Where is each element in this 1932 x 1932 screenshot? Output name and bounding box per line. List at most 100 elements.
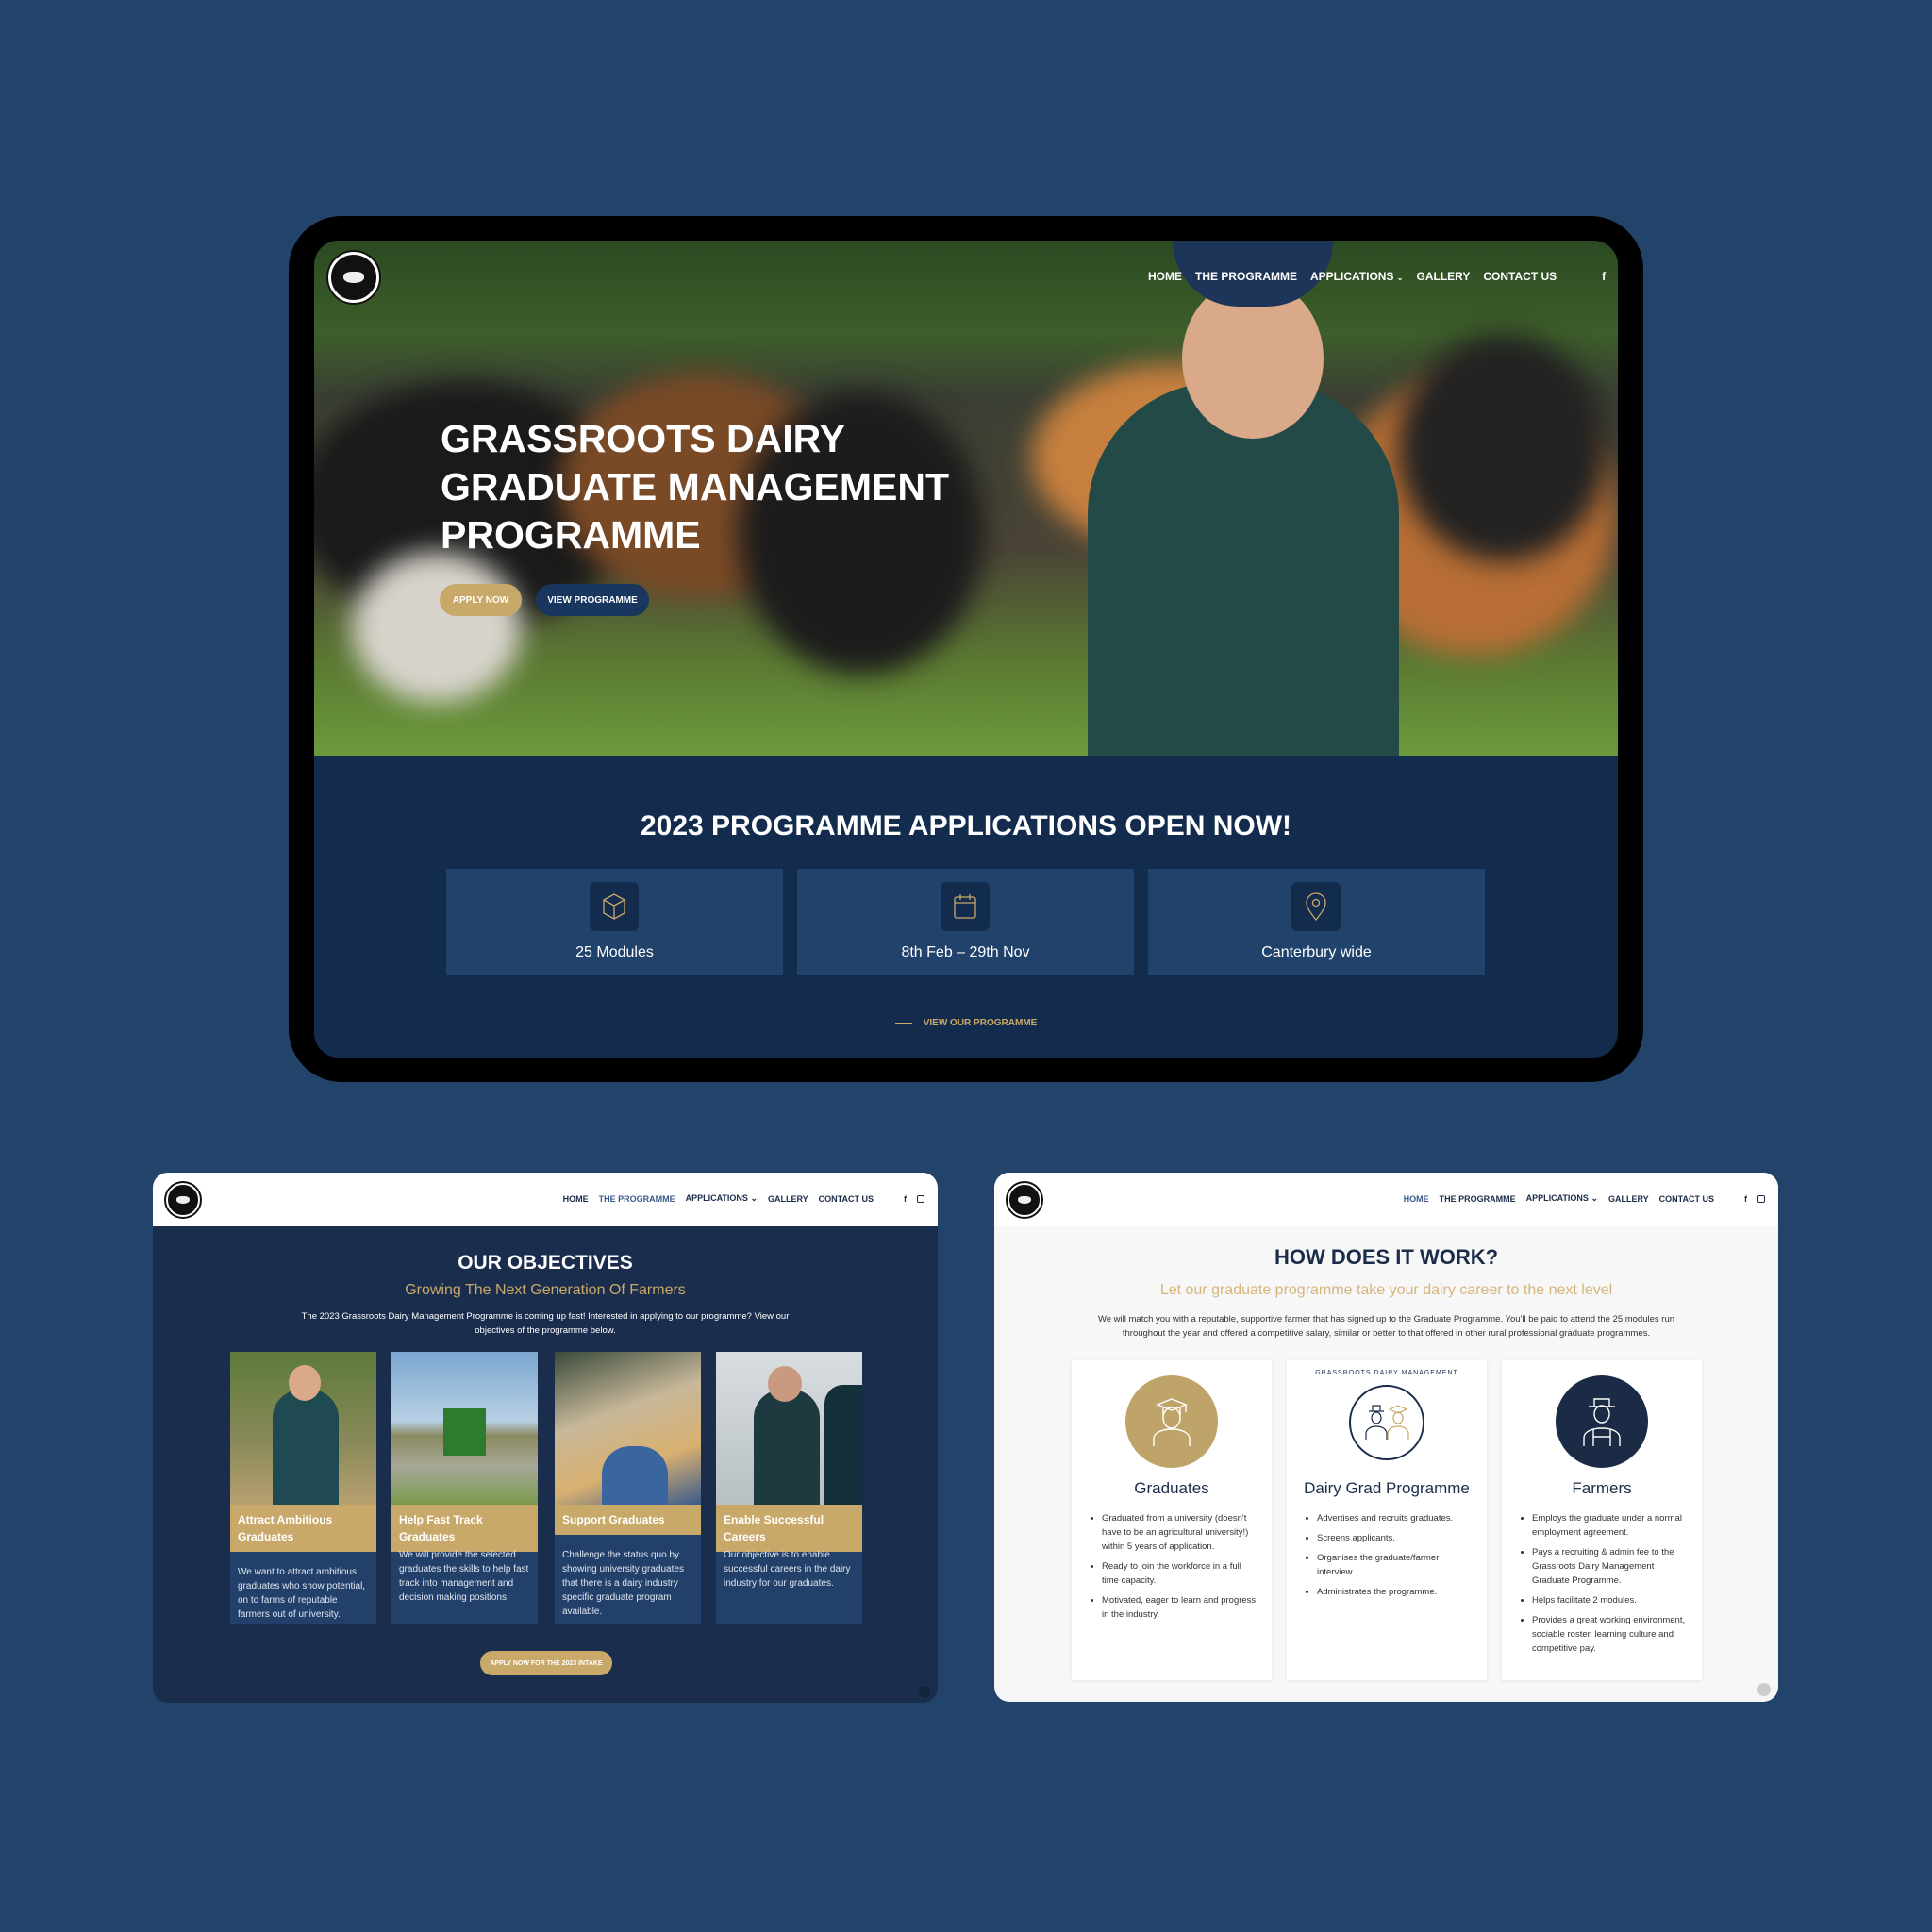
title-line: GRADUATE MANAGEMENT: [441, 465, 950, 508]
card-text: Our objective is to enable successful ca…: [724, 1550, 851, 1589]
header: HOME THE PROGRAMME APPLICATIONS ⌄ GALLER…: [153, 1173, 938, 1226]
facebook-icon[interactable]: f: [904, 1194, 907, 1204]
site-logo[interactable]: [328, 252, 379, 303]
card-title: Graduates: [1134, 1479, 1209, 1497]
nav-applications[interactable]: APPLICATIONS ⌄: [686, 1193, 758, 1204]
applications-heading: 2023 PROGRAMME APPLICATIONS OPEN NOW!: [640, 810, 1292, 841]
milking-shed-photo: [716, 1352, 862, 1505]
header: HOME THE PROGRAMME APPLICATIONS ⌄ GALLER…: [994, 1173, 1778, 1226]
objective-card: Support Graduates Challenge the status q…: [555, 1352, 701, 1624]
page-title: HOW DOES IT WORK?: [1274, 1245, 1499, 1269]
nav-the-programme[interactable]: THE PROGRAMME: [1195, 270, 1297, 283]
nav-label: APPLICATIONS: [685, 1193, 748, 1203]
scroll-top-button[interactable]: [1757, 1683, 1771, 1696]
apply-now-button[interactable]: APPLY NOW: [440, 584, 522, 616]
card-list: Advertises and recruits graduates. Scree…: [1307, 1511, 1475, 1605]
farmers-card: Farmers Employs the graduate under a nor…: [1502, 1360, 1702, 1680]
nav-home[interactable]: HOME: [1148, 270, 1182, 283]
stat-label: 25 Modules: [575, 944, 654, 960]
ring-text: GRASSROOTS DAIRY MANAGEMENT: [1315, 1370, 1458, 1376]
card-title: Attract Ambitious Graduates: [230, 1505, 376, 1552]
list-item: Ready to join the workforce in a full ti…: [1102, 1559, 1260, 1588]
card-title: Farmers: [1572, 1479, 1632, 1497]
nav-label: APPLICATIONS: [1525, 1193, 1589, 1203]
stat-label: 8th Feb – 29th Nov: [901, 944, 1030, 960]
nav-applications[interactable]: APPLICATIONS ⌄: [1310, 270, 1404, 283]
nav-contact-us[interactable]: CONTACT US: [1483, 270, 1557, 283]
main-nav: HOME THE PROGRAMME APPLICATIONS ⌄ GALLER…: [1404, 1193, 1765, 1204]
calendar-icon: [941, 882, 990, 931]
main-nav: HOME THE PROGRAMME APPLICATIONS ⌄ GALLER…: [1148, 270, 1618, 283]
hero-title: GRASSROOTS DAIRY GRADUATE MANAGEMENT PRO…: [441, 415, 1007, 559]
list-item: Administrates the programme.: [1317, 1585, 1475, 1599]
site-logo[interactable]: [1008, 1183, 1041, 1217]
dash-line: [894, 1023, 912, 1024]
nav-gallery[interactable]: GALLERY: [1417, 270, 1471, 283]
list-item: Helps facilitate 2 modules.: [1532, 1593, 1690, 1607]
nav-home[interactable]: HOME: [1404, 1194, 1429, 1204]
page-subtitle: Growing The Next Generation Of Farmers: [405, 1282, 686, 1298]
stat-card: 25 Modules: [446, 869, 783, 975]
programme-logo-icon: [1349, 1385, 1424, 1460]
graduates-card: Graduates Graduated from a university (d…: [1072, 1360, 1272, 1680]
card-title: Enable Successful Careers: [716, 1505, 862, 1552]
scroll-top-button[interactable]: [919, 1686, 930, 1697]
how-it-works-page-mockup: HOME THE PROGRAMME APPLICATIONS ⌄ GALLER…: [994, 1173, 1778, 1702]
page-subtitle: Let our graduate programme take your dai…: [1159, 1282, 1613, 1298]
nav-contact-us[interactable]: CONTACT US: [819, 1194, 874, 1204]
instagram-icon[interactable]: [1757, 1194, 1765, 1203]
nav-gallery[interactable]: GALLERY: [768, 1194, 808, 1204]
facebook-icon[interactable]: f: [1744, 1194, 1747, 1204]
nav-home[interactable]: HOME: [563, 1194, 589, 1204]
list-item: Screens applicants.: [1317, 1531, 1475, 1545]
card-title: Help Fast Track Graduates: [391, 1505, 538, 1552]
title-line: GRASSROOTS DAIRY: [441, 417, 846, 460]
meeting-photo: [555, 1352, 701, 1505]
nav-applications[interactable]: APPLICATIONS ⌄: [1526, 1193, 1598, 1204]
list-item: Advertises and recruits graduates.: [1317, 1511, 1475, 1525]
list-item: Motivated, eager to learn and progress i…: [1102, 1593, 1260, 1622]
link-label: VIEW OUR PROGRAMME: [923, 1018, 1038, 1028]
nav-gallery[interactable]: GALLERY: [1608, 1194, 1649, 1204]
tractor-photo: [391, 1352, 538, 1505]
nav-contact-us[interactable]: CONTACT US: [1659, 1194, 1714, 1204]
nav-label: APPLICATIONS: [1310, 270, 1394, 283]
list-item: Employs the graduate under a normal empl…: [1532, 1511, 1690, 1540]
nav-the-programme[interactable]: THE PROGRAMME: [599, 1194, 675, 1204]
card-title: Dairy Grad Programme: [1304, 1479, 1470, 1497]
facebook-icon[interactable]: f: [1602, 270, 1606, 283]
title-line: PROGRAMME: [441, 513, 701, 557]
cube-icon: [590, 882, 639, 931]
stat-card: Canterbury wide: [1148, 869, 1485, 975]
instagram-icon[interactable]: [917, 1194, 924, 1203]
list-item: Graduated from a university (doesn't hav…: [1102, 1511, 1260, 1554]
card-title: Support Graduates: [555, 1505, 701, 1535]
list-item: Pays a recruiting & admin fee to the Gra…: [1532, 1545, 1690, 1588]
programme-card: GRASSROOTS DAIRY MANAGEMENT Dairy Grad P…: [1287, 1360, 1487, 1680]
page-description: We will match you with a reputable, supp…: [1097, 1314, 1675, 1339]
tablet-screen: HOME THE PROGRAMME APPLICATIONS ⌄ GALLER…: [314, 241, 1618, 1058]
card-text: Challenge the status quo by showing univ…: [562, 1550, 684, 1617]
objective-card: Help Fast Track Graduates We will provid…: [391, 1352, 538, 1624]
main-nav: HOME THE PROGRAMME APPLICATIONS ⌄ GALLER…: [563, 1193, 924, 1204]
objective-card: Attract Ambitious Graduates We want to a…: [230, 1352, 376, 1624]
objectives-page-mockup: HOME THE PROGRAMME APPLICATIONS ⌄ GALLER…: [153, 1173, 938, 1703]
farmer-photo: [230, 1352, 376, 1505]
page-title: OUR OBJECTIVES: [458, 1252, 633, 1274]
page-description: The 2023 Grassroots Dairy Management Pro…: [301, 1311, 790, 1336]
list-item: Provides a great working environment, so…: [1532, 1613, 1690, 1656]
nav-the-programme[interactable]: THE PROGRAMME: [1440, 1194, 1516, 1204]
stat-card: 8th Feb – 29th Nov: [797, 869, 1134, 975]
view-our-programme-link[interactable]: VIEW OUR PROGRAMME: [314, 1018, 1618, 1028]
card-text: We want to attract ambitious graduates w…: [238, 1567, 366, 1620]
location-pin-icon: [1291, 882, 1341, 931]
farmer-icon: [1556, 1375, 1648, 1468]
view-programme-button[interactable]: VIEW PROGRAMME: [536, 584, 649, 616]
objective-card: Enable Successful Careers Our objective …: [716, 1352, 862, 1624]
chevron-down-icon: ⌄: [1396, 274, 1404, 282]
site-logo[interactable]: [166, 1183, 200, 1217]
apply-intake-button[interactable]: APPLY NOW FOR THE 2023 INTAKE: [480, 1651, 612, 1675]
graduate-icon: [1125, 1375, 1218, 1468]
stat-label: Canterbury wide: [1261, 944, 1372, 960]
card-list: Employs the graduate under a normal empl…: [1523, 1511, 1690, 1661]
